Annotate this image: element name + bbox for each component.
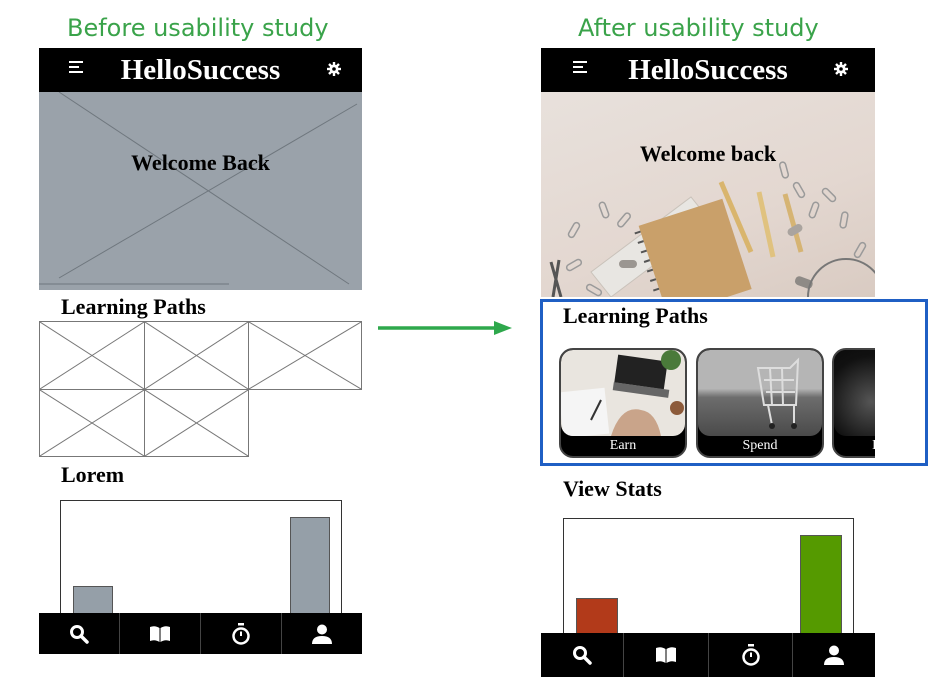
learning-paths-title: Learning Paths [61, 294, 206, 319]
nav-timer[interactable] [709, 633, 792, 677]
nav-learn[interactable] [120, 613, 200, 654]
nav-profile[interactable] [793, 633, 875, 677]
app-title: HelloSuccess [120, 54, 281, 86]
nav-search[interactable] [39, 613, 119, 654]
bottom-nav [39, 613, 362, 654]
nav-learn[interactable] [624, 633, 708, 677]
stats-chart [563, 518, 854, 638]
chart-bar [576, 598, 618, 637]
nav-search[interactable] [541, 633, 623, 677]
path-placeholder[interactable] [39, 389, 145, 457]
search-icon [70, 624, 89, 644]
gear-icon[interactable] [326, 61, 342, 77]
before-phone: HelloSuccess Welcome Back Learning Paths… [39, 48, 362, 654]
gear-icon[interactable] [833, 61, 849, 77]
top-app-bar: HelloSuccess [39, 48, 362, 92]
stopwatch-icon [741, 644, 760, 666]
chart-bar [800, 535, 842, 637]
search-icon [573, 646, 592, 665]
path-placeholder[interactable] [248, 321, 362, 390]
hero-image: Welcome back [541, 92, 875, 297]
path-placeholder[interactable] [144, 321, 249, 390]
bottom-nav [541, 633, 875, 677]
app-title: HelloSuccess [628, 54, 788, 86]
before-caption: Before usability study [67, 14, 329, 42]
hero-placeholder: Welcome Back [39, 92, 362, 290]
book-icon [150, 625, 170, 642]
top-app-bar: HelloSuccess [541, 48, 875, 92]
stats-chart [60, 500, 342, 630]
hero-welcome-text: Welcome back [639, 141, 777, 166]
lorem-title: Lorem [61, 462, 125, 487]
transition-arrow [378, 321, 512, 335]
nav-profile[interactable] [282, 613, 362, 654]
placeholder-cross [39, 92, 358, 285]
nav-timer[interactable] [201, 613, 281, 654]
stopwatch-icon [232, 622, 250, 645]
view-stats-title: View Stats [563, 476, 662, 501]
user-icon [824, 645, 844, 665]
learning-paths-highlight [540, 299, 928, 466]
path-placeholder[interactable] [39, 321, 145, 390]
user-icon [312, 624, 332, 644]
book-icon [656, 647, 676, 663]
hero-welcome-text: Welcome Back [131, 150, 270, 175]
after-caption: After usability study [578, 14, 819, 42]
stationery-illustration [549, 161, 875, 297]
path-placeholder[interactable] [144, 389, 249, 457]
